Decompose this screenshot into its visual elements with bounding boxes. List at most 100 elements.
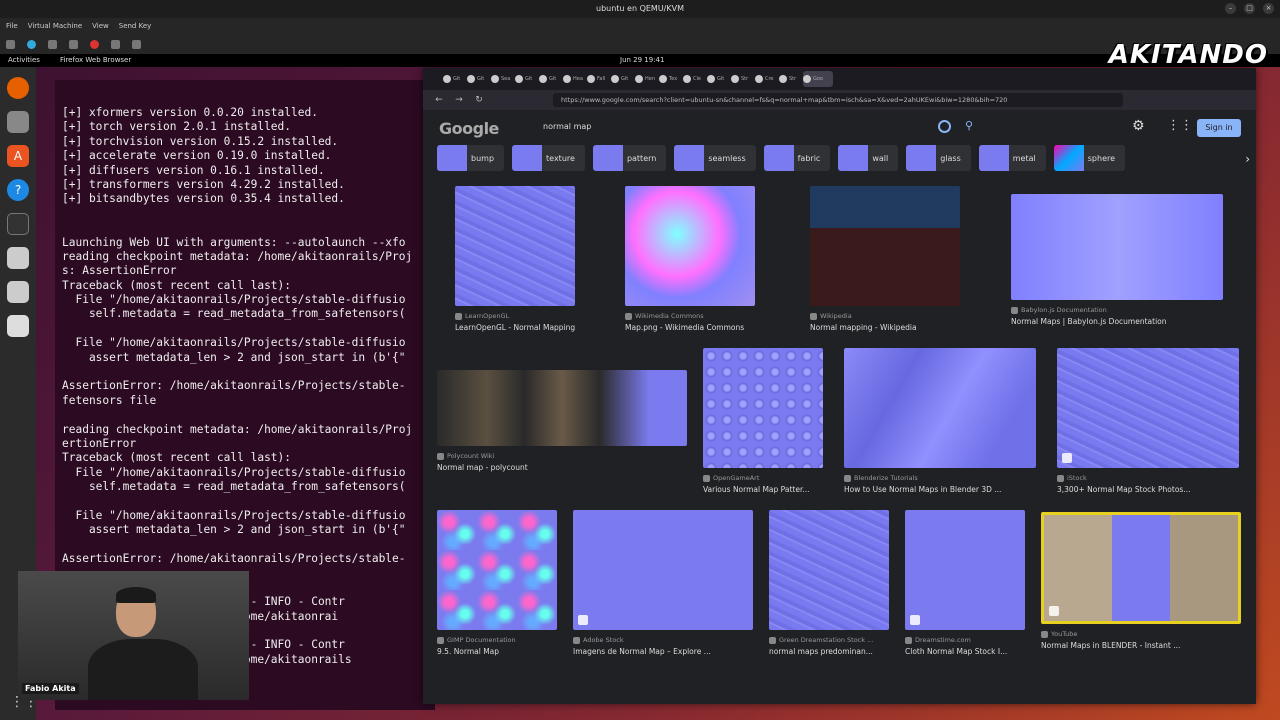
result-source[interactable]: GIMP Documentation (437, 636, 516, 644)
browser-tab[interactable]: Str (731, 71, 755, 87)
disk-icon[interactable] (7, 247, 29, 269)
result-thumbnail[interactable] (703, 348, 823, 468)
browser-tab[interactable]: Git (539, 71, 563, 87)
image-result[interactable]: OpenGameArt Various Normal Map Patter... (703, 348, 853, 502)
result-title[interactable]: 9.5. Normal Map (437, 647, 587, 656)
result-source[interactable]: Adobe Stock (573, 636, 624, 644)
chip-fabric[interactable]: fabric (763, 145, 831, 171)
result-title[interactable]: Normal map - polycount (437, 463, 687, 472)
result-title[interactable]: How to Use Normal Maps in Blender 3D ... (844, 485, 1036, 494)
result-title[interactable]: Various Normal Map Patter... (703, 485, 853, 494)
result-source[interactable]: Green Dreamstation Stock ... (769, 636, 873, 644)
result-title[interactable]: Normal Maps | Babylon.js Documentation (1011, 317, 1223, 326)
browser-tab[interactable]: Tex (659, 71, 683, 87)
result-thumbnail[interactable] (455, 186, 575, 306)
result-thumbnail[interactable] (1057, 348, 1239, 468)
vm-menu-file[interactable]: File (6, 18, 18, 34)
reload-icon[interactable]: ↻ (473, 95, 485, 105)
image-result[interactable]: Polycount Wiki Normal map - polycount (437, 370, 687, 480)
play-icon[interactable] (48, 39, 57, 49)
fullscreen-icon[interactable] (132, 39, 141, 49)
active-app-label[interactable]: Firefox Web Browser (60, 54, 131, 67)
result-thumbnail[interactable] (1011, 194, 1223, 300)
result-thumbnail[interactable] (625, 186, 755, 306)
chip-seamless[interactable]: seamless (674, 145, 756, 171)
info-icon[interactable] (27, 39, 36, 49)
chip-pattern[interactable]: pattern (592, 145, 667, 171)
lens-icon[interactable] (938, 120, 951, 133)
vm-menu-send-key[interactable]: Send Key (119, 18, 152, 34)
browser-tab[interactable]: Git (515, 71, 539, 87)
result-title[interactable]: Map.png - Wikimedia Commons (625, 323, 775, 332)
result-thumbnail[interactable] (573, 510, 753, 630)
url-bar[interactable]: https://www.google.com/search?client=ubu… (553, 93, 1123, 107)
browser-tab[interactable]: Cle (683, 71, 707, 87)
browser-tab[interactable]: Git (611, 71, 635, 87)
vm-menu-virtual-machine[interactable]: Virtual Machine (28, 18, 82, 34)
chip-texture[interactable]: texture (512, 145, 585, 171)
image-result[interactable]: GIMP Documentation 9.5. Normal Map (437, 510, 587, 664)
image-result[interactable]: YouTube Normal Maps in BLENDER - Instant … (1041, 512, 1241, 658)
gear-icon[interactable]: ⚙ (1132, 118, 1145, 134)
help-icon[interactable]: ? (7, 179, 29, 201)
chip-bump[interactable]: bump (437, 145, 505, 171)
trash-icon[interactable] (7, 315, 29, 337)
chip-sphere[interactable]: sphere (1053, 145, 1126, 171)
vm-menu-view[interactable]: View (92, 18, 109, 34)
image-result[interactable]: iStock 3,300+ Normal Map Stock Photos... (1057, 348, 1239, 502)
result-source[interactable]: Blenderize Tutorials (844, 474, 918, 482)
image-result[interactable]: Wikipedia Normal mapping - Wikipedia (810, 186, 960, 340)
result-source[interactable]: Polycount Wiki (437, 452, 494, 460)
terminal-icon[interactable] (7, 213, 29, 235)
forward-icon[interactable]: → (453, 95, 465, 105)
chip-wall[interactable]: wall (838, 145, 899, 171)
browser-tab[interactable]: Goo (803, 71, 833, 87)
browser-tab[interactable]: Sea (491, 71, 515, 87)
chevron-down-icon[interactable] (111, 39, 120, 49)
browser-tab[interactable]: Str (779, 71, 803, 87)
browser-tab[interactable]: Git (443, 71, 467, 87)
result-thumbnail[interactable] (437, 510, 557, 630)
result-source[interactable]: Wikipedia (810, 312, 852, 320)
result-title[interactable]: Cloth Normal Map Stock I... (905, 647, 1055, 656)
image-result[interactable]: LearnOpenGL LearnOpenGL - Normal Mapping (455, 186, 605, 340)
result-source[interactable]: LearnOpenGL (455, 312, 509, 320)
chip-glass[interactable]: glass (906, 145, 971, 171)
disk-icon-2[interactable] (7, 281, 29, 303)
result-thumbnail[interactable] (437, 370, 687, 446)
minimize-icon[interactable]: – (1225, 3, 1236, 14)
browser-tab[interactable]: Git (467, 71, 491, 87)
firefox-icon[interactable] (7, 77, 29, 99)
result-thumbnail[interactable] (810, 186, 960, 306)
search-icon[interactable]: ⚲ (965, 119, 973, 132)
back-icon[interactable]: ← (433, 95, 445, 105)
close-icon[interactable]: × (1263, 3, 1274, 14)
browser-tab[interactable]: Cre (755, 71, 779, 87)
image-result[interactable]: Green Dreamstation Stock ... normal maps … (769, 510, 919, 664)
files-icon[interactable] (7, 111, 29, 133)
monitor-icon[interactable] (6, 39, 15, 49)
power-icon[interactable] (90, 39, 99, 49)
apps-icon[interactable]: ⋮⋮ (1167, 118, 1193, 133)
result-source[interactable]: iStock (1057, 474, 1087, 482)
browser-tab[interactable]: Git (707, 71, 731, 87)
result-thumbnail[interactable] (769, 510, 889, 630)
browser-tab[interactable]: Hea (563, 71, 587, 87)
result-title[interactable]: LearnOpenGL - Normal Mapping (455, 323, 605, 332)
clock[interactable]: Jun 29 19:41 (620, 54, 664, 67)
image-result[interactable]: Dreamstime.com Cloth Normal Map Stock I..… (905, 510, 1055, 664)
result-source[interactable]: Babylon.js Documentation (1011, 306, 1107, 314)
software-center-icon[interactable]: A (7, 145, 29, 167)
browser-tab[interactable]: Fall (587, 71, 611, 87)
result-title[interactable]: normal maps predominan... (769, 647, 919, 656)
google-logo[interactable]: Google (439, 119, 499, 138)
result-source[interactable]: Dreamstime.com (905, 636, 971, 644)
result-thumbnail[interactable] (905, 510, 1025, 630)
pause-icon[interactable] (69, 39, 78, 49)
result-title[interactable]: Imagens de Normal Map – Explore ... (573, 647, 753, 656)
result-title[interactable]: Normal Maps in BLENDER - Instant ... (1041, 641, 1241, 650)
result-thumbnail[interactable] (844, 348, 1036, 468)
sign-in-button[interactable]: Sign in (1197, 119, 1241, 137)
maximize-icon[interactable]: □ (1244, 3, 1255, 14)
browser-tab[interactable]: Hen (635, 71, 659, 87)
